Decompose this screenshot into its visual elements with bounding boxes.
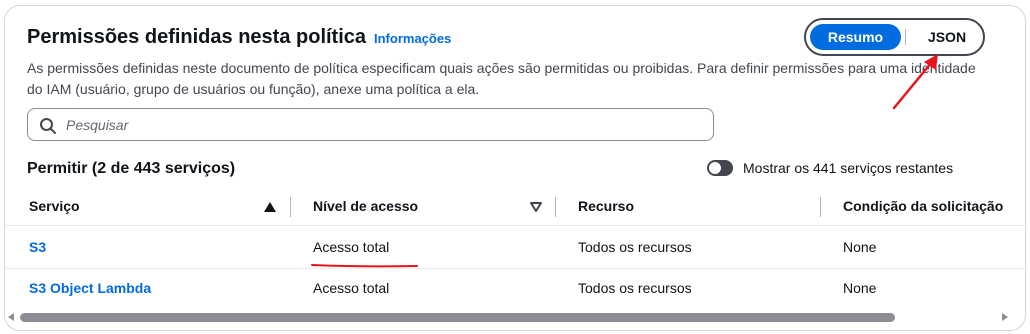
allowed-services-heading: Permitir (2 de 443 serviços) [27, 160, 236, 177]
show-remaining-toggle-row[interactable]: Mostrar os 441 serviços restantes [707, 158, 953, 178]
info-link[interactable]: Informações [374, 31, 451, 46]
scroll-left-arrow-icon[interactable] [6, 312, 16, 322]
panel-title: Permissões definidas nesta política [27, 26, 367, 48]
access-level-cell: Acesso total [313, 239, 390, 255]
condition-cell: None [843, 280, 877, 296]
access-level-cell: Acesso total [313, 280, 390, 296]
col-header-condition[interactable]: Condição da solicitação [843, 198, 1003, 214]
policy-permissions-panel: Permissões definidas nesta política Info… [4, 5, 1026, 331]
show-remaining-label: Mostrar os 441 serviços restantes [743, 160, 954, 176]
resource-cell: Todos os recursos [578, 280, 692, 296]
search-input[interactable] [66, 114, 686, 136]
json-button[interactable]: JSON [915, 24, 979, 50]
resumo-button[interactable]: Resumo [810, 24, 901, 50]
annotation-arrow-icon [892, 54, 938, 110]
col-header-access-level[interactable]: Nível de acesso [313, 198, 418, 214]
search-box[interactable] [27, 108, 714, 141]
view-segmented-control: Resumo JSON [804, 18, 985, 56]
column-divider [555, 197, 556, 217]
segment-divider [905, 29, 906, 45]
service-link-s3-object-lambda[interactable]: S3 Object Lambda [29, 280, 151, 296]
search-icon [40, 118, 56, 134]
service-link-s3[interactable]: S3 [29, 239, 46, 255]
resource-cell: Todos os recursos [578, 239, 692, 255]
column-divider [820, 197, 821, 217]
show-remaining-toggle[interactable] [707, 160, 733, 176]
horizontal-scrollbar-thumb[interactable] [20, 313, 895, 322]
sort-ascending-icon[interactable] [264, 202, 276, 212]
row-separator [5, 268, 1025, 269]
toggle-knob [709, 162, 721, 174]
col-header-service[interactable]: Serviço [29, 198, 80, 214]
condition-cell: None [843, 239, 877, 255]
sort-descending-icon[interactable] [530, 202, 542, 212]
col-header-resource[interactable]: Recurso [578, 198, 634, 214]
header-separator [5, 225, 1025, 226]
annotation-underline [311, 264, 418, 268]
panel-description: As permissões definidas neste documento … [27, 60, 976, 97]
scroll-right-arrow-icon[interactable] [1000, 312, 1010, 322]
column-divider [290, 197, 291, 217]
